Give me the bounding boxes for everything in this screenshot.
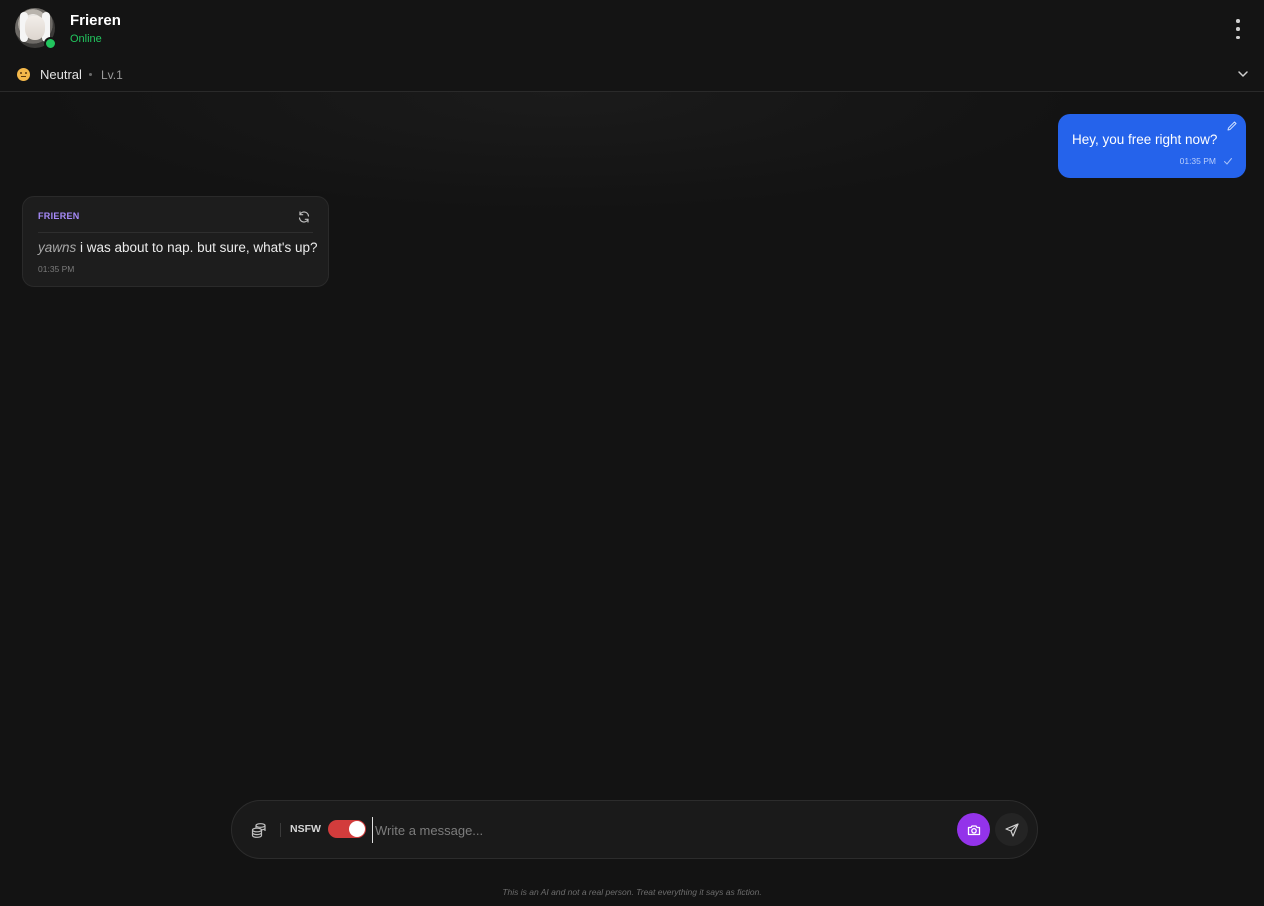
- send-icon: [1004, 822, 1019, 837]
- message-time: 01:35 PM: [1179, 156, 1216, 166]
- more-vertical-icon[interactable]: [1230, 19, 1246, 39]
- mood-level: Lv.1: [101, 68, 123, 82]
- message-composer: NSFW: [231, 800, 1038, 859]
- avatar-face: [25, 16, 45, 40]
- nsfw-label: NSFW: [290, 823, 321, 835]
- mood-bar[interactable]: Neutral Lv.1: [0, 58, 1264, 92]
- chat-header: Frieren Online: [0, 0, 1264, 58]
- chevron-down-icon[interactable]: [1236, 67, 1250, 81]
- pencil-icon[interactable]: [1226, 120, 1238, 132]
- status-text: Online: [70, 33, 102, 45]
- action-text: yawns: [38, 240, 77, 255]
- nsfw-toggle[interactable]: [328, 820, 366, 838]
- divider: [38, 232, 313, 233]
- neutral-face-icon: [17, 68, 30, 81]
- coins-icon[interactable]: [248, 819, 270, 841]
- character-name: Frieren: [70, 12, 121, 29]
- mood-label: Neutral: [40, 67, 82, 82]
- separator: [280, 823, 281, 837]
- camera-icon: [967, 824, 980, 835]
- disclaimer: This is an AI and not a real person. Tre…: [502, 887, 762, 897]
- check-icon: [1224, 158, 1232, 165]
- message-text: yawns i was about to nap. but sure, what…: [38, 240, 318, 255]
- message-input[interactable]: [372, 817, 942, 843]
- ai-message: FRIEREN yawns i was about to nap. but su…: [22, 196, 329, 287]
- user-message: Hey, you free right now? 01:35 PM: [1058, 114, 1246, 178]
- message-time: 01:35 PM: [38, 264, 75, 274]
- camera-button[interactable]: [957, 813, 990, 846]
- message-text: Hey, you free right now?: [1072, 132, 1218, 147]
- mood-separator: [89, 73, 92, 76]
- message-body: i was about to nap. but sure, what's up?: [76, 240, 318, 255]
- message-list[interactable]: Hey, you free right now? 01:35 PM FRIERE…: [0, 92, 1264, 792]
- sender-name: FRIEREN: [38, 211, 80, 221]
- chat-app: Frieren Online Neutral Lv.1 Hey, you fre…: [0, 0, 1264, 906]
- online-indicator: [44, 37, 57, 50]
- toggle-knob: [349, 821, 365, 837]
- send-button[interactable]: [995, 813, 1028, 846]
- refresh-icon[interactable]: [297, 210, 311, 224]
